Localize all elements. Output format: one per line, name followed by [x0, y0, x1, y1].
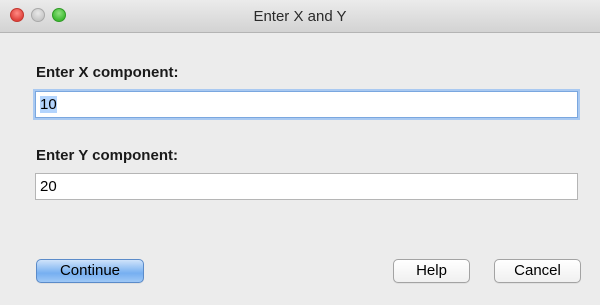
x-component-label: Enter X component:	[36, 64, 179, 81]
y-component-value: 20	[40, 178, 57, 195]
window-title: Enter X and Y	[253, 8, 347, 25]
help-button[interactable]: Help	[393, 259, 470, 283]
cancel-button[interactable]: Cancel	[494, 259, 581, 283]
y-component-label: Enter Y component:	[36, 147, 178, 164]
x-component-value: 10	[40, 96, 57, 113]
title-bar: Enter X and Y	[0, 0, 600, 33]
x-component-input[interactable]: 10	[35, 91, 578, 118]
dialog-window: Enter X and Y Enter X component: 10 Ente…	[0, 0, 600, 305]
continue-button[interactable]: Continue	[36, 259, 144, 283]
y-component-input[interactable]: 20	[35, 173, 578, 200]
